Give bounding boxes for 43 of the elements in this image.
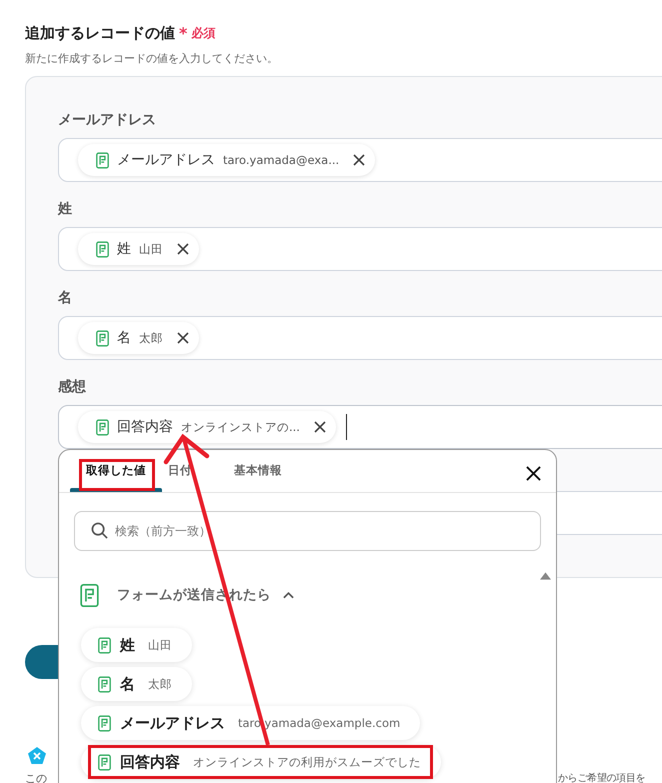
tab[interactable]: 取得した値 [86, 462, 146, 478]
search-field[interactable]: 検索（前方一致） [74, 511, 541, 551]
form-icon [96, 330, 109, 346]
form-icon [98, 636, 111, 654]
required-mark: * [179, 24, 188, 42]
field-label: 感想 [58, 378, 87, 397]
value-chip[interactable]: 名 太郎 [78, 322, 199, 354]
form-icon [96, 240, 109, 258]
scroll-up-icon[interactable] [540, 572, 551, 580]
value-chip[interactable]: 回答内容 オンラインストアの... [78, 411, 336, 443]
field-label: 姓 [58, 200, 73, 219]
form-icon [98, 754, 111, 770]
close-icon[interactable] [314, 421, 326, 433]
input-field[interactable]: 回答内容 オンラインストアの... [58, 405, 662, 449]
input-field[interactable]: メールアドレス taro.yamada@exa... [58, 138, 662, 182]
text-cursor [346, 414, 348, 440]
close-icon[interactable] [177, 332, 189, 344]
form-icon [96, 152, 109, 168]
search-icon [91, 522, 108, 539]
section-title: 追加するレコードの値 [25, 24, 175, 42]
note-text: この [25, 772, 48, 783]
input-field[interactable]: 姓 山田 [58, 227, 662, 271]
tab[interactable]: 日付 [168, 462, 192, 478]
form-icon [98, 676, 111, 692]
field-label: 名 [58, 289, 73, 308]
tab[interactable]: 基本情報 [234, 462, 282, 478]
required-label: 必須 [191, 24, 216, 42]
form-icon [96, 418, 109, 436]
form-icon [98, 714, 111, 732]
section-description: 新たに作成するレコードの値を入力してください。 [25, 51, 279, 67]
value-chip[interactable]: 姓 山田 [78, 233, 199, 265]
field-label: メールアドレス [58, 111, 157, 130]
badge-icon [27, 746, 47, 766]
value-item[interactable]: 名 太郎 [81, 667, 192, 701]
caret-icon[interactable] [283, 591, 294, 599]
value-chip[interactable]: メールアドレス taro.yamada@exa... [78, 144, 376, 176]
input-field[interactable]: 名 太郎 [58, 316, 662, 360]
close-icon[interactable] [526, 466, 541, 481]
value-item[interactable]: 姓 山田 [81, 628, 192, 662]
form-icon [80, 582, 99, 608]
close-icon[interactable] [177, 243, 189, 255]
close-icon[interactable] [353, 154, 366, 166]
note-text: からご希望の項目を [558, 772, 646, 783]
